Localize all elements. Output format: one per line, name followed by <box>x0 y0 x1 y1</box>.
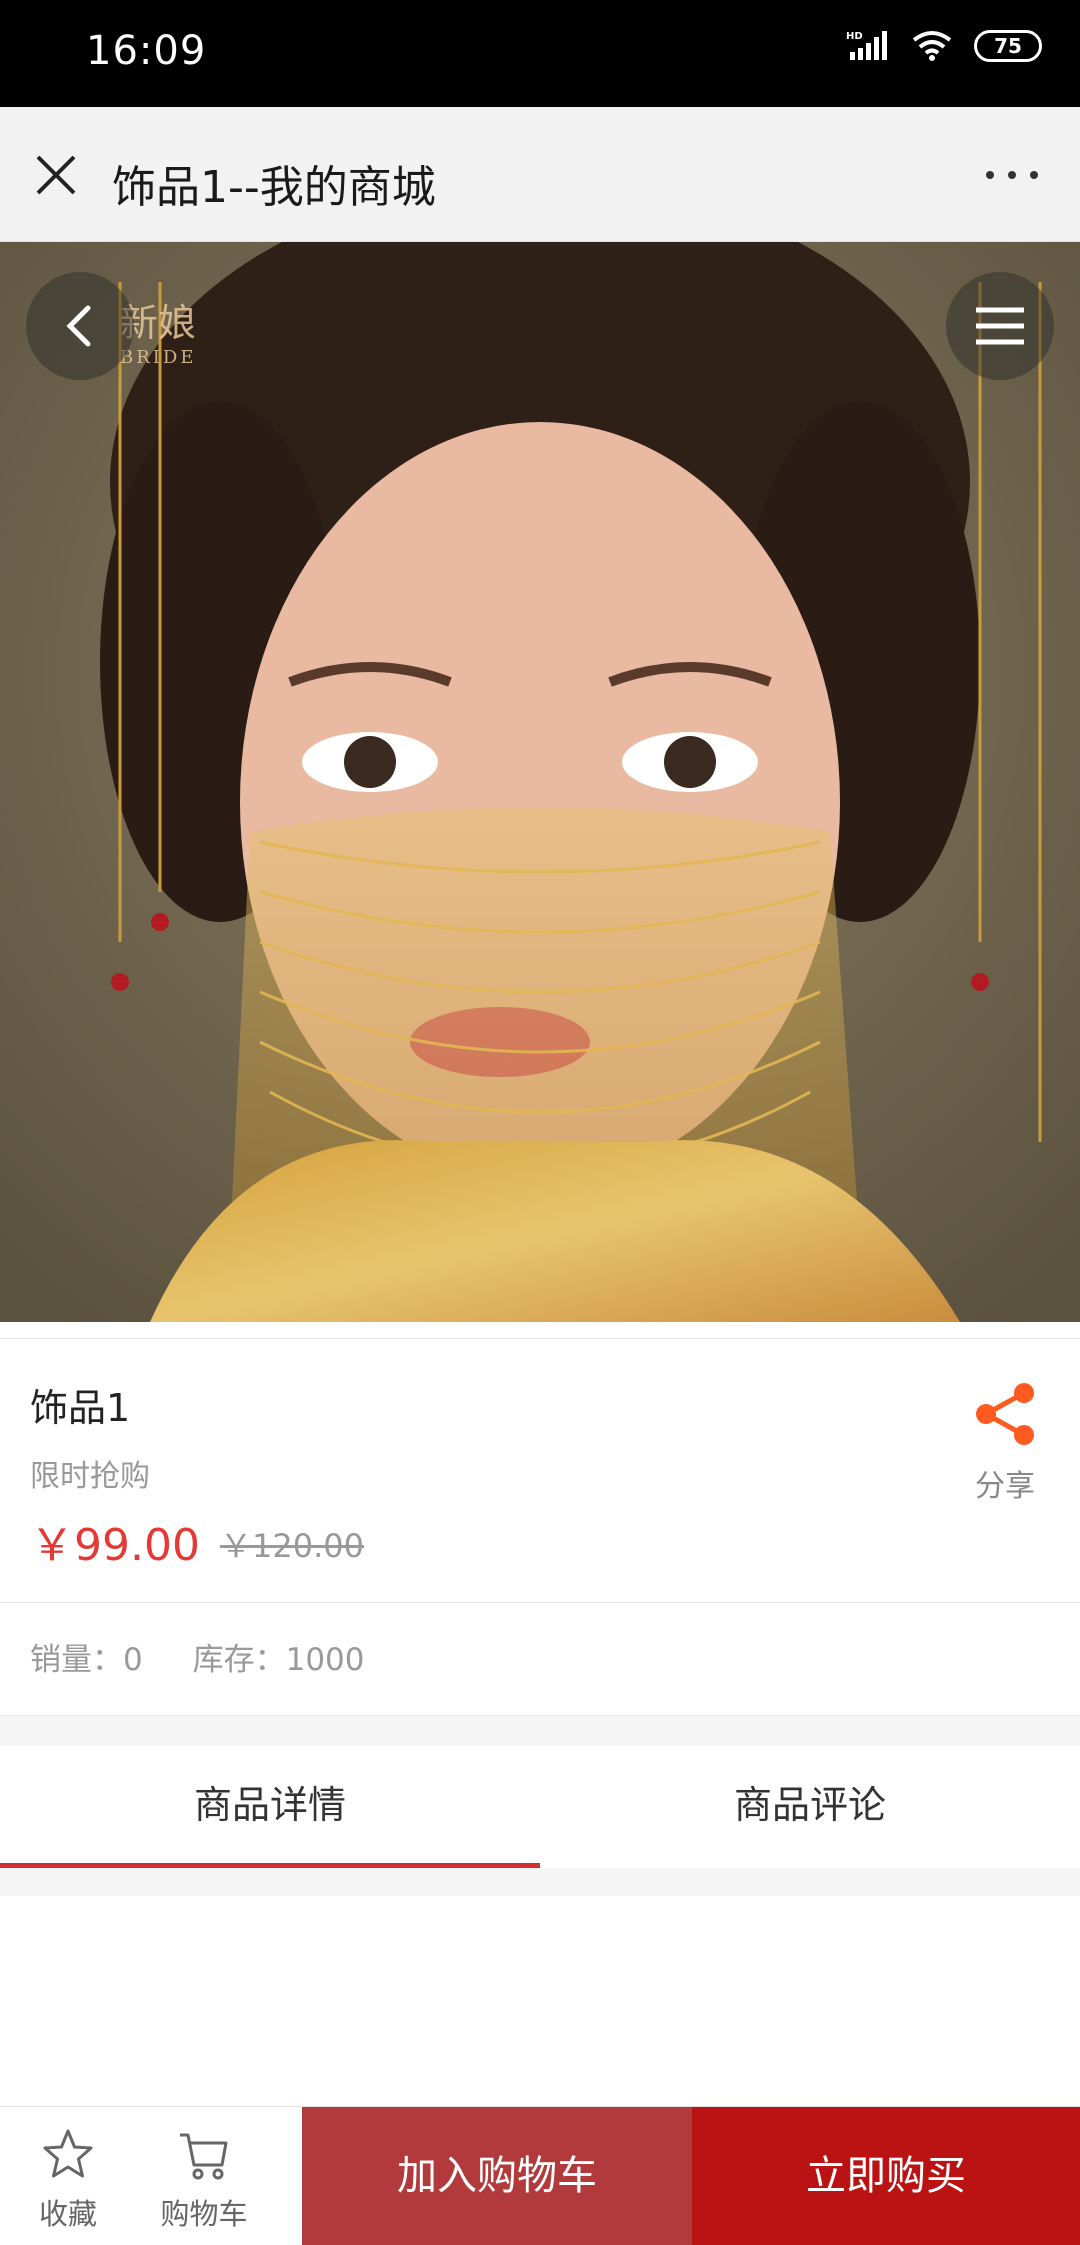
cart-button[interactable]: 购物车 <box>136 2107 272 2245</box>
product-image: 新娘 BRIDE <box>0 242 1080 1322</box>
wifi-icon <box>912 31 952 61</box>
product-name: 饰品1 <box>30 1386 131 1430</box>
tab-details[interactable]: 商品详情 <box>0 1746 540 1868</box>
cart-icon <box>180 2133 228 2180</box>
title-bar: 饰品1--我的商城 <box>0 107 1080 242</box>
bottom-action-bar: 收藏 购物车 加入购物车 立即购买 <box>0 2106 1080 2245</box>
buy-now-button[interactable]: 立即购买 <box>692 2107 1080 2245</box>
current-price: ￥99.00 <box>30 1520 200 1571</box>
share-label: 分享 <box>975 1469 1035 1504</box>
favorite-button[interactable]: 收藏 <box>0 2107 136 2245</box>
svg-text:HD: HD <box>846 31 863 42</box>
section-divider <box>0 1716 1080 1746</box>
back-icon[interactable] <box>26 272 134 380</box>
status-icons: HD 75 <box>846 30 1042 62</box>
favorite-label: 收藏 <box>38 2197 97 2231</box>
battery-indicator: 75 <box>974 30 1042 62</box>
more-options-icon[interactable] <box>982 163 1042 187</box>
menu-icon[interactable] <box>946 272 1054 380</box>
status-bar: 16:09 HD 75 <box>0 0 1080 107</box>
detail-content <box>0 1896 1080 2106</box>
promo-tag: 限时抢购 <box>30 1459 150 1494</box>
product-info: 饰品1 限时抢购 ￥99.00 ￥120.00 分享 <box>0 1338 1080 1603</box>
add-to-cart-button[interactable]: 加入购物车 <box>302 2107 692 2245</box>
cart-label: 购物车 <box>160 2197 248 2231</box>
status-time: 16:09 <box>86 28 207 74</box>
original-price: ￥120.00 <box>220 1527 364 1565</box>
share-button[interactable]: 分享 <box>960 1379 1050 1509</box>
stock-count: 库存：1000 <box>192 1642 365 1678</box>
close-icon[interactable] <box>30 149 82 201</box>
sales-count: 销量：0 <box>30 1642 143 1678</box>
tab-reviews[interactable]: 商品评论 <box>540 1746 1080 1868</box>
stats-row: 销量：0 库存：1000 <box>0 1604 1080 1716</box>
signal-icon: HD <box>846 31 887 60</box>
tab-bar: 商品详情 商品评论 <box>0 1746 1080 1868</box>
page-title: 饰品1--我的商城 <box>112 162 436 213</box>
star-icon <box>43 2129 93 2178</box>
section-divider <box>0 1868 1080 1896</box>
share-icon <box>976 1383 1034 1445</box>
product-photo <box>0 242 1080 1322</box>
